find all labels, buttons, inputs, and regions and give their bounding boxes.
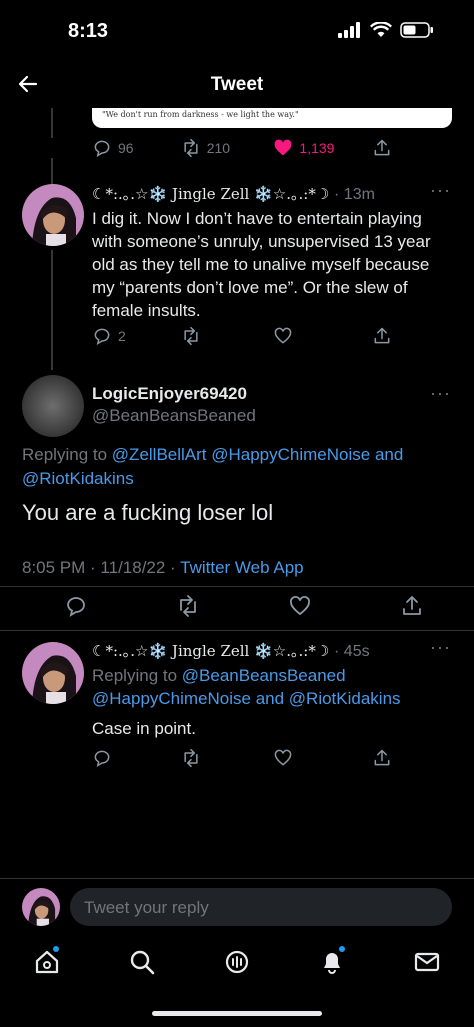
like-button[interactable] — [288, 594, 312, 618]
more-options-icon[interactable]: ··· — [430, 180, 451, 201]
quoted-card-caption: "We don't run from darkness - we light t… — [102, 110, 299, 119]
share-icon — [403, 596, 421, 615]
tweet-actions — [92, 748, 392, 768]
share-icon — [374, 139, 390, 156]
notifications-dot — [339, 946, 345, 952]
reply-input[interactable]: Tweet your reply — [70, 888, 452, 926]
thread-line — [51, 108, 53, 138]
divider — [0, 630, 474, 631]
tweet-actions: 2 — [92, 326, 392, 346]
display-name[interactable]: ☾*:.｡.☆❄️ Jingle Zell ❄️☆.｡.:*☽ — [92, 185, 329, 203]
like-count: 1,139 — [299, 140, 335, 156]
mention-links[interactable]: @HappyChimeNoise and @RiotKidakins — [92, 689, 401, 708]
retweet-icon — [184, 748, 198, 768]
share-icon — [374, 327, 390, 344]
mention-links[interactable]: @ZellBellArt @HappyChimeNoise and — [112, 445, 404, 464]
home-indicator — [152, 1011, 322, 1016]
tweet-time: · 13m — [334, 186, 375, 203]
retweet-button[interactable] — [181, 748, 274, 768]
mention-link[interactable]: @BeanBeansBeaned — [182, 666, 346, 685]
spaces-icon[interactable] — [223, 948, 251, 976]
display-name[interactable]: LogicEnjoyer69420 — [92, 384, 247, 403]
tweet-header: ☾*:.｡.☆❄️ Jingle Zell ❄️☆.｡.:*☽ · 13m — [92, 183, 375, 204]
replying-to-line: Replying to @BeanBeansBeaned @HappyChime… — [92, 664, 452, 710]
reply-button[interactable] — [92, 748, 181, 768]
reply-icon — [94, 140, 110, 158]
messages-icon[interactable] — [413, 948, 441, 976]
replying-to-label: Replying to — [92, 666, 178, 685]
reply-count: 2 — [118, 328, 126, 344]
replying-to-label: Replying to — [22, 445, 108, 464]
main-tweet-text: You are a fucking loser lol — [22, 500, 274, 525]
display-name[interactable]: ☾*:.｡.☆❄️ Jingle Zell ❄️☆.｡.:*☽ — [92, 642, 329, 660]
bottom-tab-bar — [0, 940, 474, 990]
handle[interactable]: @BeanBeansBeaned — [92, 406, 256, 426]
home-notification-dot — [53, 946, 59, 952]
battery-icon — [400, 22, 433, 38]
source-link[interactable]: Twitter Web App — [180, 558, 303, 577]
wifi-icon — [370, 22, 392, 37]
tweet-text: Case in point. — [92, 719, 196, 738]
avatar-image — [22, 184, 84, 246]
heart-filled-icon — [274, 139, 292, 156]
retweet-icon — [180, 595, 196, 617]
timestamp-line: 8:05 PM · 11/18/22 · Twitter Web App — [22, 556, 304, 579]
more-options-icon[interactable]: ··· — [430, 637, 451, 658]
notifications-icon[interactable] — [318, 948, 346, 976]
home-icon[interactable] — [33, 948, 61, 976]
reply-button[interactable]: 96 — [92, 138, 181, 158]
reply-icon — [94, 750, 110, 768]
retweet-count: 210 — [206, 140, 231, 156]
retweet-icon — [184, 326, 198, 346]
reply-icon — [67, 597, 85, 617]
status-bar: 8:13 — [0, 0, 474, 62]
divider — [0, 878, 474, 879]
like-button[interactable] — [273, 326, 372, 346]
tweet-text: I dig it. Now I don’t have to entertain … — [92, 209, 431, 320]
share-button[interactable] — [400, 594, 424, 618]
share-icon — [374, 749, 390, 766]
page-title: Tweet — [210, 74, 264, 95]
avatar-image — [22, 642, 84, 704]
share-button[interactable] — [372, 326, 392, 346]
like-button[interactable]: 1,139 — [273, 138, 372, 158]
my-avatar[interactable] — [22, 888, 60, 926]
retweet-icon — [184, 138, 198, 158]
replying-to-line: Replying to @ZellBellArt @HappyChimeNois… — [22, 443, 452, 491]
divider — [0, 586, 474, 587]
like-button[interactable] — [273, 748, 372, 768]
avatar[interactable] — [22, 375, 84, 437]
parent-tweet-actions: 96 210 1,139 — [92, 138, 392, 158]
heart-icon — [290, 596, 310, 616]
timestamp: 8:05 PM · 11/18/22 · — [22, 558, 176, 577]
avatar-image — [22, 375, 84, 437]
status-time: 8:13 — [68, 20, 109, 42]
avatar-image — [22, 888, 60, 926]
retweet-button[interactable]: 210 — [181, 138, 274, 158]
tweet-time: · 45s — [334, 643, 370, 660]
reply-icon — [94, 328, 110, 346]
avatar[interactable] — [22, 184, 84, 246]
share-button[interactable] — [372, 748, 392, 768]
quoted-card[interactable]: "We don't run from darkness - we light t… — [92, 108, 452, 128]
reply-count: 96 — [118, 140, 134, 156]
reply-placeholder: Tweet your reply — [84, 898, 209, 917]
mention-link[interactable]: @RiotKidakins — [22, 469, 134, 488]
avatar[interactable] — [22, 642, 84, 704]
heart-icon — [275, 327, 292, 344]
retweet-button[interactable] — [181, 326, 274, 346]
reply-button[interactable] — [64, 594, 88, 618]
heart-icon — [275, 749, 292, 766]
retweet-button[interactable] — [176, 594, 200, 618]
search-icon[interactable] — [128, 948, 156, 976]
more-options-icon[interactable]: ··· — [430, 383, 451, 404]
top-nav: Tweet — [0, 62, 474, 108]
reply-button[interactable]: 2 — [92, 326, 181, 346]
signal-icon — [338, 22, 360, 38]
main-tweet-actions — [64, 594, 424, 618]
tweet-header: ☾*:.｡.☆❄️ Jingle Zell ❄️☆.｡.:*☽ · 45s — [92, 640, 370, 661]
share-button[interactable] — [372, 138, 392, 158]
